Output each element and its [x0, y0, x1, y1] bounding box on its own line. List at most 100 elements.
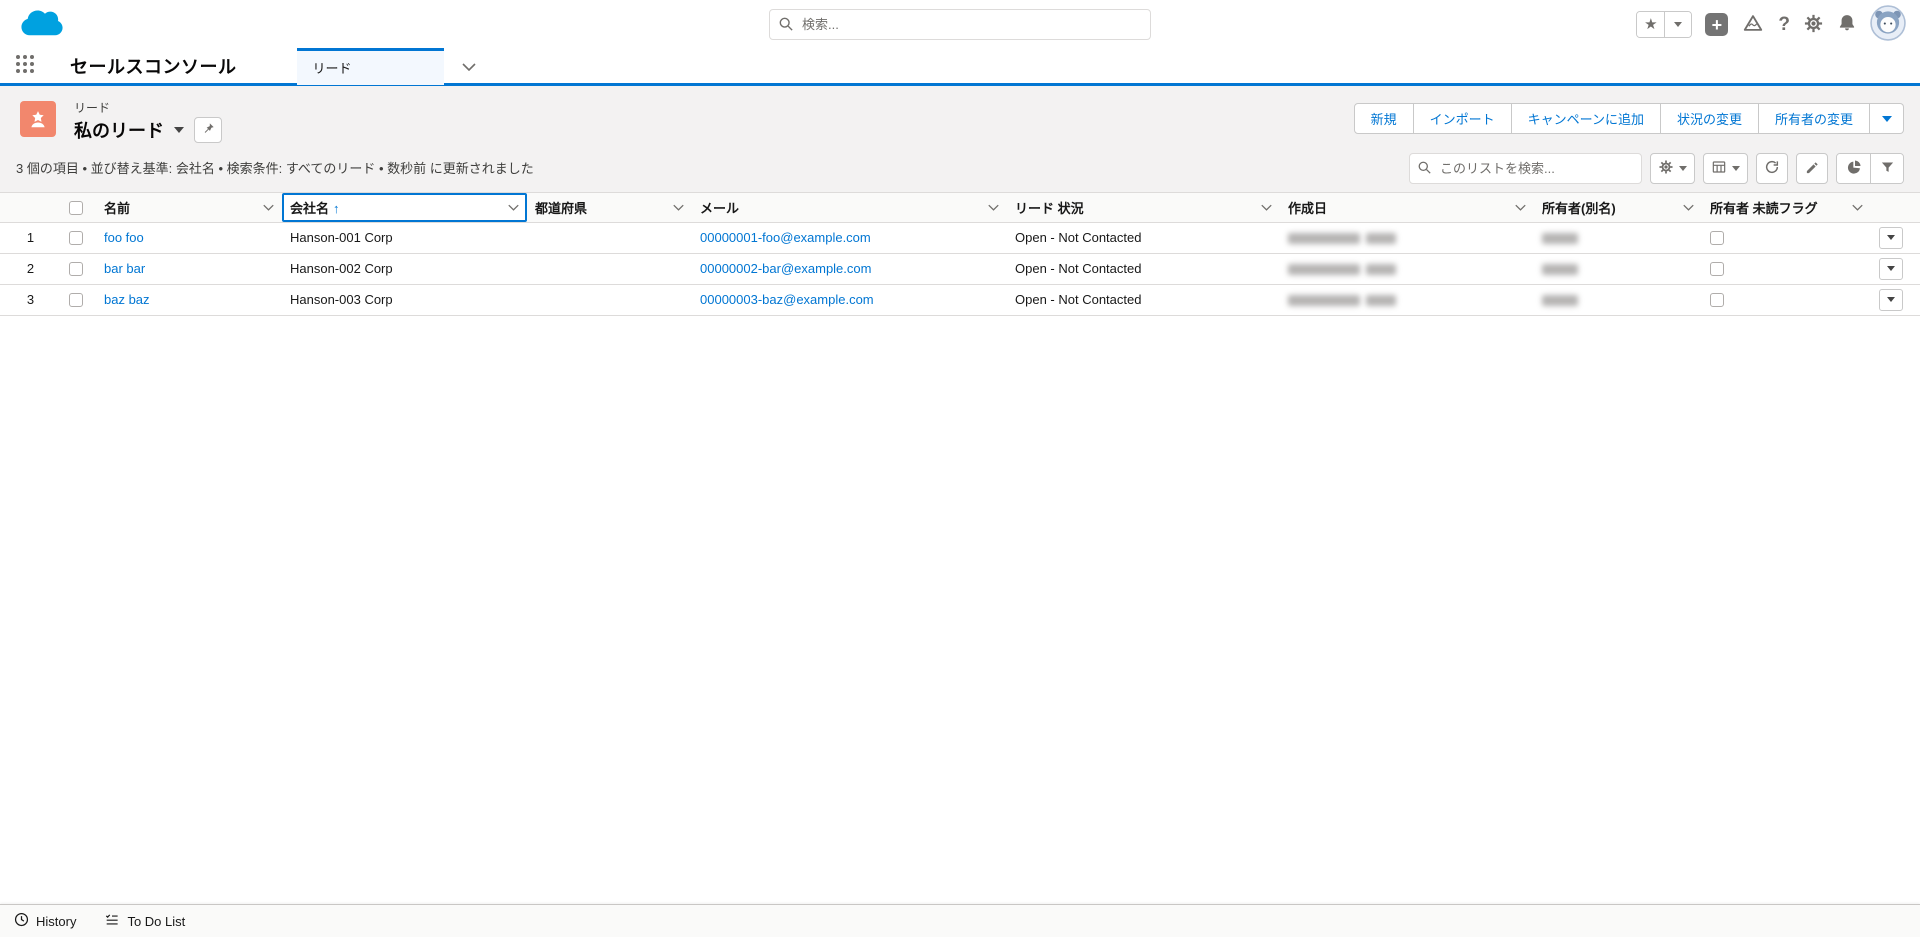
avatar [1870, 5, 1906, 44]
caret-down-icon [1887, 266, 1895, 271]
email-cell: 00000002-bar@example.com [692, 253, 1007, 285]
chevron-down-icon [1852, 204, 1863, 211]
caret-down-icon [1887, 297, 1895, 302]
header-state[interactable]: 都道府県 [527, 193, 692, 223]
header-company-sorted[interactable]: 会社名 ↑ [282, 193, 527, 223]
row-actions-button[interactable] [1879, 288, 1903, 311]
add-to-campaign-button[interactable]: キャンペーンに追加 [1511, 103, 1661, 134]
email-cell: 00000003-baz@example.com [692, 284, 1007, 316]
unread-flag-cell [1702, 222, 1871, 254]
display-as-button[interactable] [1703, 153, 1748, 184]
caret-down-icon [1674, 22, 1683, 27]
select-all-checkbox[interactable] [69, 201, 83, 216]
refresh-button[interactable] [1756, 153, 1788, 184]
table-row: 2 bar bar Hanson-002 Corp 00000002-bar@e… [0, 253, 1920, 285]
lead-name-link[interactable]: bar bar [104, 261, 145, 276]
header-owner-alias[interactable]: 所有者(別名) [1534, 193, 1702, 223]
utility-todo-list-button[interactable]: To Do List [90, 905, 199, 937]
user-profile-button[interactable] [1870, 5, 1906, 44]
caret-down-icon [1732, 166, 1740, 171]
header-created-date[interactable]: 作成日 [1280, 193, 1534, 223]
unread-flag-checkbox[interactable] [1710, 293, 1724, 308]
email-link[interactable]: 00000001-foo@example.com [700, 230, 871, 245]
pencil-icon [1805, 160, 1820, 178]
row-number: 1 [0, 222, 61, 254]
caret-down-icon [1881, 115, 1892, 122]
change-owner-button[interactable]: 所有者の変更 [1758, 103, 1870, 134]
notifications-button[interactable] [1837, 13, 1857, 36]
unread-flag-cell [1702, 284, 1871, 316]
list-view-controls-button[interactable] [1650, 153, 1695, 184]
global-search-input[interactable] [769, 9, 1151, 40]
object-label: リード [74, 101, 111, 115]
state-cell [527, 222, 692, 254]
import-button[interactable]: インポート [1413, 103, 1512, 134]
utility-bar: History To Do List [0, 904, 1920, 937]
chevron-down-icon [673, 204, 684, 211]
list-view-title[interactable]: 私のリード [74, 117, 164, 143]
header-row-actions [1871, 193, 1920, 223]
row-actions-cell [1871, 284, 1920, 316]
sort-ascending-icon: ↑ [333, 200, 340, 216]
favorites-star-button[interactable]: ★ [1637, 12, 1665, 37]
lead-name-link[interactable]: foo foo [104, 230, 144, 245]
header-email[interactable]: メール [692, 193, 1007, 223]
favorites-dropdown-button[interactable] [1664, 12, 1692, 37]
pin-icon [202, 122, 215, 138]
header-unread-flag[interactable]: 所有者 未読フラグ [1702, 193, 1871, 223]
row-checkbox[interactable] [69, 293, 83, 308]
chevron-down-icon [508, 204, 519, 211]
list-actions: 新規 インポート キャンペーンに追加 状況の変更 所有者の変更 [1353, 103, 1904, 134]
row-actions-button[interactable] [1879, 226, 1903, 249]
status-cell: Open - Not Contacted [1007, 222, 1280, 254]
guidance-center-button[interactable] [1741, 12, 1765, 37]
app-launcher-waffle-icon[interactable] [16, 55, 38, 77]
unread-flag-checkbox[interactable] [1710, 231, 1724, 246]
charts-button[interactable] [1837, 154, 1870, 183]
more-actions-button[interactable] [1870, 103, 1904, 134]
row-number: 3 [0, 284, 61, 316]
owner-alias-cell [1534, 253, 1702, 285]
change-status-button[interactable]: 状況の変更 [1660, 103, 1759, 134]
chevron-down-icon [1683, 204, 1694, 211]
chevron-down-icon [461, 59, 476, 74]
setup-button[interactable] [1803, 13, 1824, 37]
email-link[interactable]: 00000002-bar@example.com [700, 261, 871, 276]
todo-list-icon [104, 912, 120, 930]
global-actions-button[interactable]: + [1705, 13, 1729, 36]
row-checkbox[interactable] [69, 231, 83, 246]
name-cell: bar bar [96, 253, 282, 285]
tab-label: リード [312, 61, 352, 76]
trailhead-icon [1741, 12, 1765, 37]
chevron-down-icon [988, 204, 999, 211]
header-name[interactable]: 名前 [96, 193, 282, 223]
pin-list-button[interactable] [194, 117, 222, 143]
new-button[interactable]: 新規 [1353, 103, 1414, 134]
row-checkbox[interactable] [69, 262, 83, 277]
header-row-number [0, 193, 61, 223]
filters-button[interactable] [1870, 154, 1903, 183]
inline-edit-button[interactable] [1796, 153, 1828, 184]
star-icon: ★ [1644, 16, 1658, 33]
unread-flag-checkbox[interactable] [1710, 262, 1724, 277]
gear-icon [1658, 159, 1674, 178]
status-cell: Open - Not Contacted [1007, 253, 1280, 285]
utility-history-button[interactable]: History [0, 905, 90, 937]
row-actions-button[interactable] [1879, 257, 1903, 280]
tab-leads[interactable]: リード [296, 47, 444, 85]
list-search-input[interactable] [1409, 153, 1642, 184]
help-button[interactable]: ? [1778, 14, 1790, 36]
table-icon [1711, 159, 1727, 178]
table-header-row: 名前 会社名 ↑ 都道府県 メール リード 状況 作成日 所有者(別名) 所有者… [0, 193, 1920, 223]
company-cell: Hanson-002 Corp [282, 253, 527, 285]
email-link[interactable]: 00000003-baz@example.com [700, 292, 874, 307]
tab-options-button[interactable] [458, 55, 480, 78]
list-view-selector-caret-icon[interactable] [174, 127, 184, 133]
lead-name-link[interactable]: baz baz [104, 292, 150, 307]
app-name: セールスコンソール [70, 57, 237, 77]
chevron-down-icon [263, 204, 274, 211]
created-date-cell [1280, 222, 1534, 254]
header-lead-status[interactable]: リード 状況 [1007, 193, 1280, 223]
caret-down-icon [1679, 166, 1687, 171]
bell-icon [1837, 13, 1857, 36]
